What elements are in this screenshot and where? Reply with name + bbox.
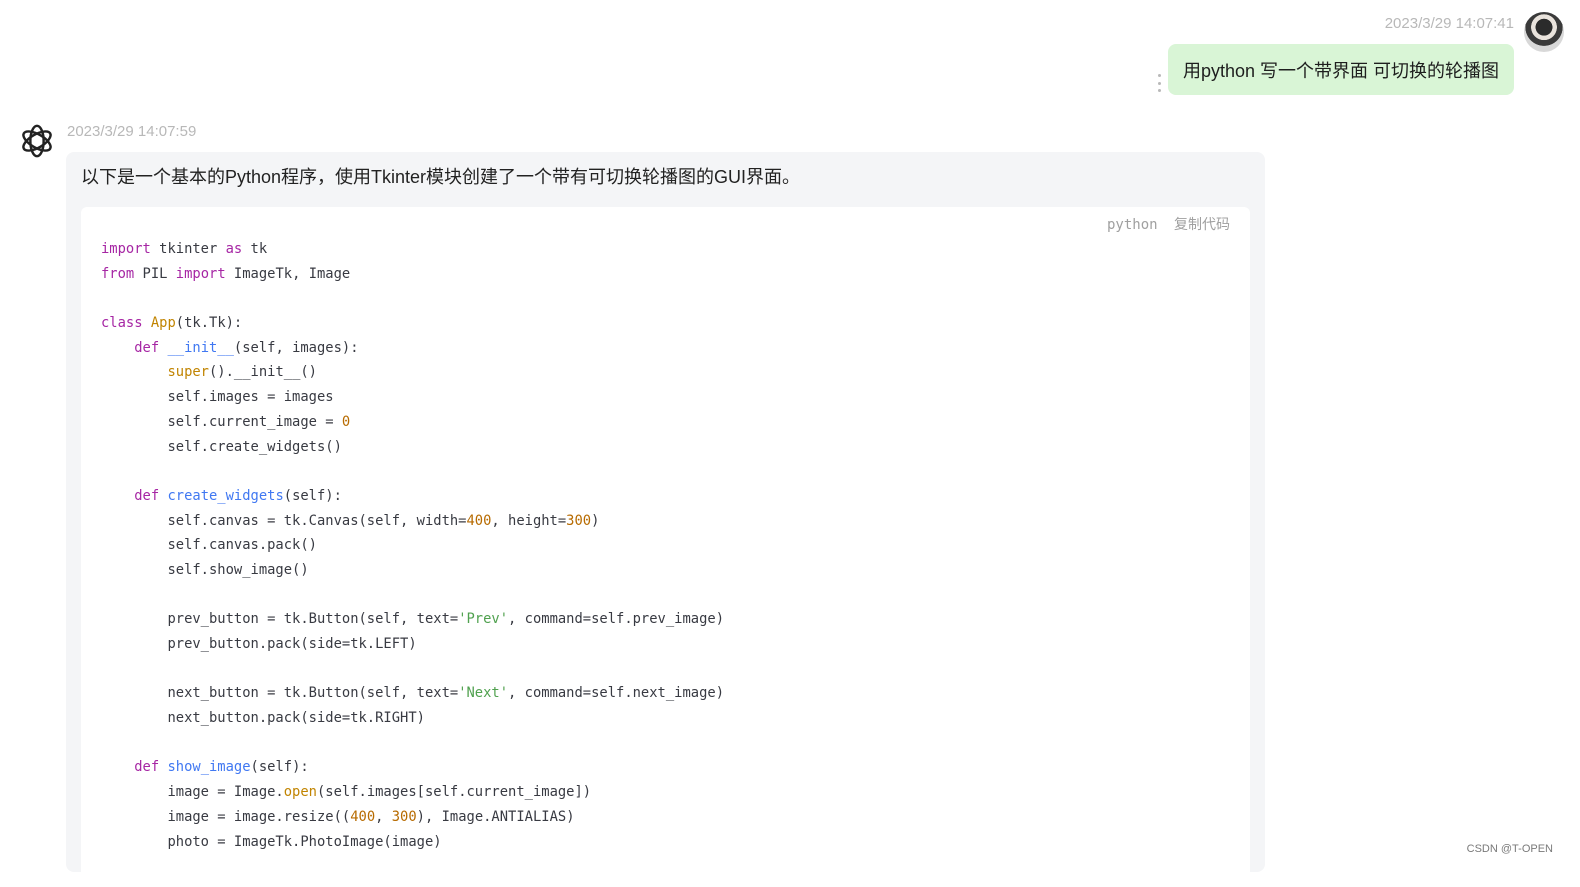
code-line: image = image.resize((400, 300), Image.A… <box>101 808 575 825</box>
code-block: python 复制代码 import tkinter as tk from PIL… <box>81 207 1250 887</box>
user-message-timestamp: 2023/3/29 14:07:41 <box>1384 15 1514 32</box>
more-vertical-icon[interactable] <box>1156 74 1162 92</box>
code-line: self.canvas.pack() <box>101 537 317 554</box>
code-line: from PIL import ImageTk, Image <box>101 265 351 282</box>
code-line: def create_widgets(self): <box>134 487 342 504</box>
code-line: self.create_widgets() <box>101 438 342 455</box>
code-toolbar: python 复制代码 <box>1099 214 1230 234</box>
code-line: next_button.pack(side=tk.RIGHT) <box>101 710 425 727</box>
code-line: image = Image.open(self.images[self.curr… <box>101 784 592 801</box>
watermark: CSDN @T-OPEN <box>1466 843 1553 855</box>
code-line: class App(tk.Tk): <box>101 315 243 332</box>
code-line: def show_image(self): <box>134 759 309 776</box>
code-line: photo = ImageTk.PhotoImage(image) <box>101 833 442 850</box>
code-line: self.canvas = tk.Canvas(self, width=400,… <box>101 512 600 529</box>
code-line: prev_button.pack(side=tk.LEFT) <box>101 636 417 652</box>
code-line: prev_button = tk.Button(self, text='Prev… <box>101 611 724 628</box>
assistant-message-bubble: 以下是一个基本的Python程序，使用Tkinter模块创建了一个带有可切换轮播… <box>66 152 1265 887</box>
user-message-bubble: 用python 写一个带界面 可切换的轮播图 <box>1167 44 1514 95</box>
code-line: self.show_image() <box>101 561 309 578</box>
code-content: import tkinter as tk from PIL import Imag… <box>101 237 724 854</box>
assistant-message-timestamp: 2023/3/29 14:07:59 <box>67 123 197 140</box>
user-avatar[interactable] <box>1524 12 1564 52</box>
assistant-intro-text: 以下是一个基本的Python程序，使用Tkinter模块创建了一个带有可切换轮播… <box>81 167 801 187</box>
user-message-row: 2023/3/29 14:07:41 用python 写一个带界面 可切换的轮播… <box>0 0 1580 100</box>
code-line: def __init__(self, images): <box>134 339 359 356</box>
code-language-label: python <box>1106 217 1158 233</box>
code-line: self.images = images <box>101 389 334 406</box>
code-line: super().__init__() <box>167 364 317 381</box>
copy-code-button[interactable]: 复制代码 <box>1174 217 1230 233</box>
openai-logo-icon <box>22 124 52 158</box>
code-line: import tkinter as tk <box>101 241 268 257</box>
code-line: self.current_image = 0 <box>101 413 351 430</box>
code-line: next_button = tk.Button(self, text='Next… <box>101 685 724 702</box>
